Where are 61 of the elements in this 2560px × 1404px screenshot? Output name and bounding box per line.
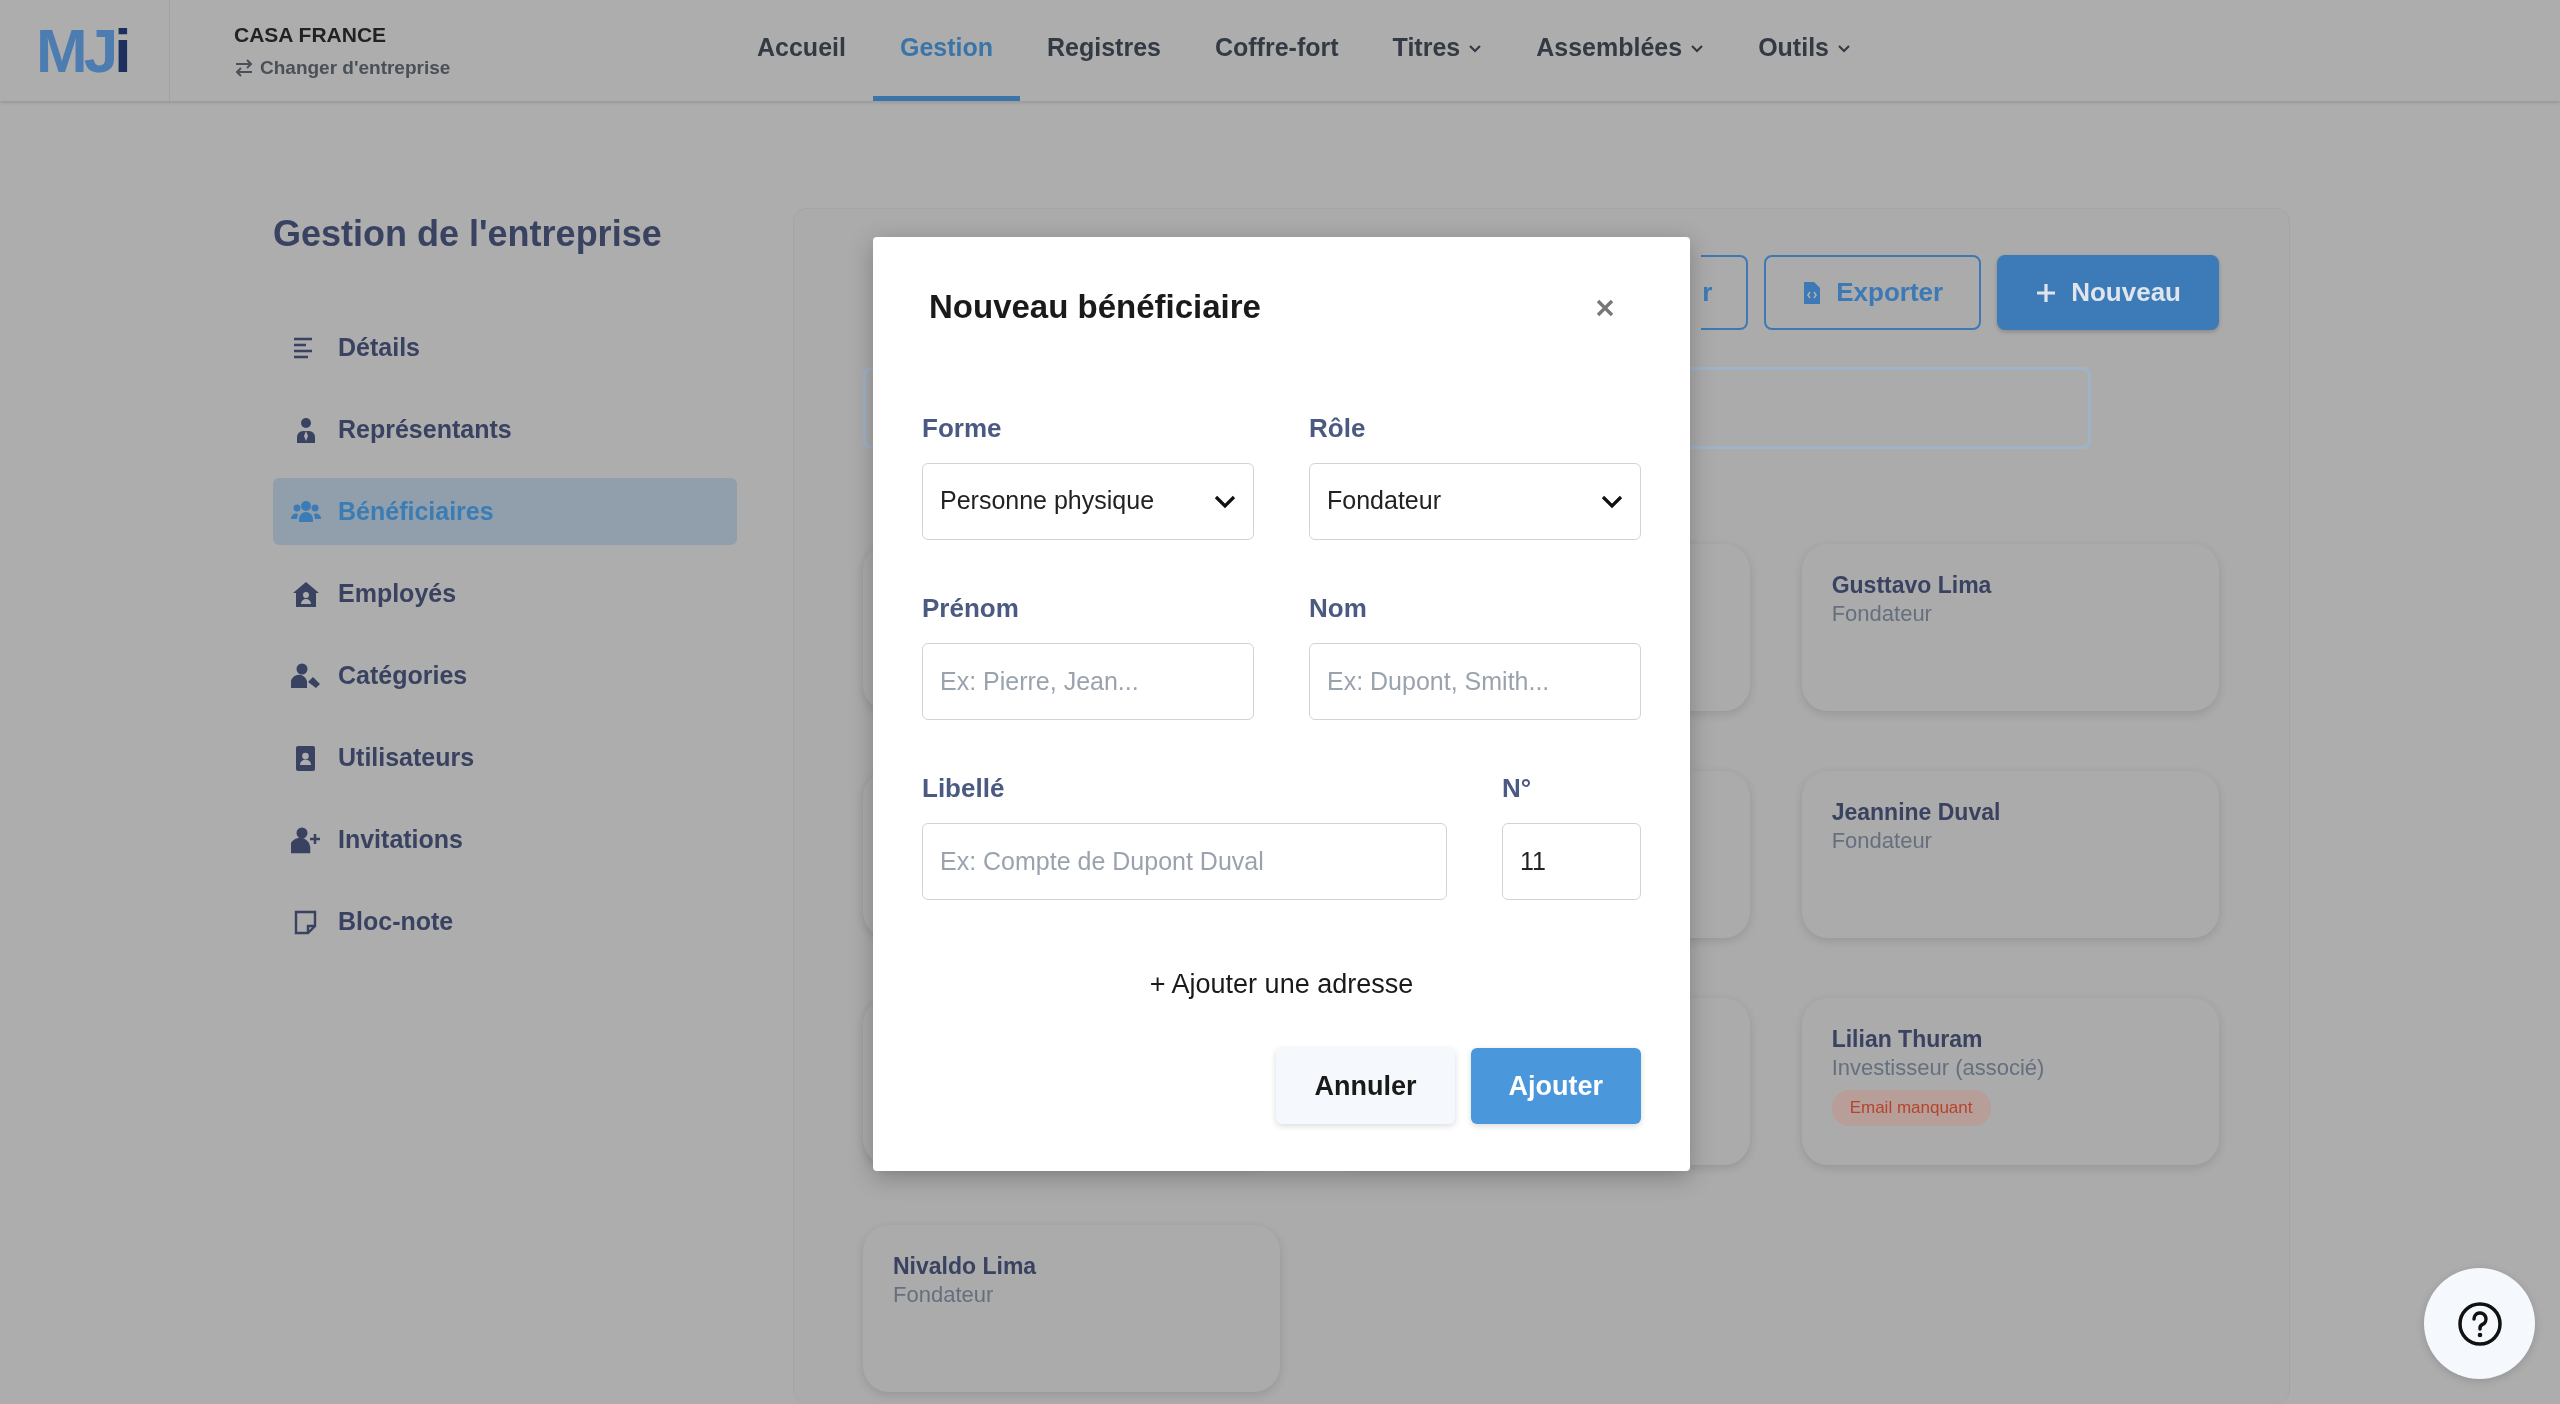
cancel-button[interactable]: Annuler	[1276, 1048, 1455, 1125]
person-plus-icon	[291, 825, 321, 854]
person-card[interactable]: Gusttavo Lima Fondateur	[1801, 544, 2219, 711]
nav-tab[interactable]: Gestion	[872, 0, 1020, 101]
person-card[interactable]: Jeannine Duval Fondateur	[1801, 771, 2219, 938]
chevron-down-icon	[1214, 493, 1236, 509]
chevron-down-icon	[1837, 42, 1851, 54]
input-field[interactable]: 11	[1502, 822, 1641, 900]
sidebar-item[interactable]: Représentants	[273, 396, 737, 464]
person-card[interactable]: Lilian Thuram Investisseur (associé) Email manquant	[1801, 998, 2219, 1165]
person-name: Nivaldo Lima	[893, 1253, 1038, 1281]
nav-tab[interactable]: Assemblées	[1509, 0, 1732, 101]
file-icon	[1802, 280, 1823, 305]
sidebar-item[interactable]: Invitations	[273, 806, 737, 874]
nav-tab[interactable]: Accueil	[730, 0, 873, 101]
field-label: Forme	[922, 411, 1003, 445]
logo: MJi	[36, 19, 128, 82]
person-name: Lilian Thuram	[1831, 1026, 1984, 1054]
field-label: Nom	[1309, 591, 1368, 625]
input-field[interactable]: Ex: Compte de Dupont Duval	[922, 822, 1447, 900]
help-icon	[2455, 1299, 2504, 1348]
field-label: Libellé	[922, 771, 1006, 805]
person-role: Fondateur	[1831, 599, 1933, 628]
nav-tab[interactable]: Coffre-fort	[1187, 0, 1366, 101]
dialog-title: Nouveau bénéficiaire	[929, 287, 1261, 327]
input-field[interactable]: Ex: Dupont, Smith...	[1309, 642, 1641, 720]
nav-tab[interactable]: Registres	[1020, 0, 1188, 101]
submit-button[interactable]: Ajouter	[1470, 1048, 1641, 1125]
chevron-down-icon	[1468, 42, 1483, 54]
sidebar-item[interactable]: Catégories	[273, 642, 737, 710]
person-role: Fondateur	[1831, 826, 1933, 855]
add-address-link[interactable]: + Ajouter une adresse	[1149, 963, 1414, 1005]
person-role: Investisseur (associé)	[1831, 1053, 2046, 1082]
chevron-down-icon	[1690, 42, 1705, 54]
dropdown-field[interactable]: Fondateur	[1309, 462, 1641, 540]
sidebar-item[interactable]: Utilisateurs	[273, 724, 737, 792]
person-name: Jeannine Duval	[1831, 799, 2002, 827]
close-icon	[1595, 297, 1615, 318]
chevron-down-icon	[1601, 493, 1623, 509]
field-label: Rôle	[1309, 411, 1367, 445]
swap-arrows-icon	[234, 58, 254, 79]
field-label: Prénom	[922, 591, 1020, 625]
nav-tab[interactable]: Outils	[1731, 0, 1878, 101]
person-card[interactable]: Nivaldo Lima Fondateur	[863, 1225, 1281, 1392]
company-name: CASA FRANCE	[234, 21, 388, 48]
person-tag-icon	[291, 661, 321, 690]
sidebar-item[interactable]: Détails	[273, 314, 737, 382]
person-role: Fondateur	[893, 1280, 995, 1309]
dropdown-field[interactable]: Personne physique	[922, 462, 1254, 540]
sidebar-item[interactable]: Bloc-note	[273, 888, 737, 956]
nav-tab[interactable]: Titres	[1365, 0, 1510, 101]
input-field[interactable]: Ex: Pierre, Jean...	[922, 642, 1254, 720]
toolbar-button[interactable]: Nouveau	[1997, 255, 2219, 330]
field-label: N°	[1502, 771, 1533, 805]
warning-tag: Email manquant	[1831, 1090, 1991, 1126]
switch-company-link[interactable]: Changer d'entreprise	[234, 54, 730, 83]
plus-icon	[2035, 281, 2058, 304]
section-title: Gestion de l'entreprise	[273, 212, 663, 256]
person-name: Gusttavo Lima	[1831, 572, 1993, 600]
sidebar-item[interactable]: Employés	[273, 560, 737, 628]
house-person-icon	[291, 579, 321, 608]
